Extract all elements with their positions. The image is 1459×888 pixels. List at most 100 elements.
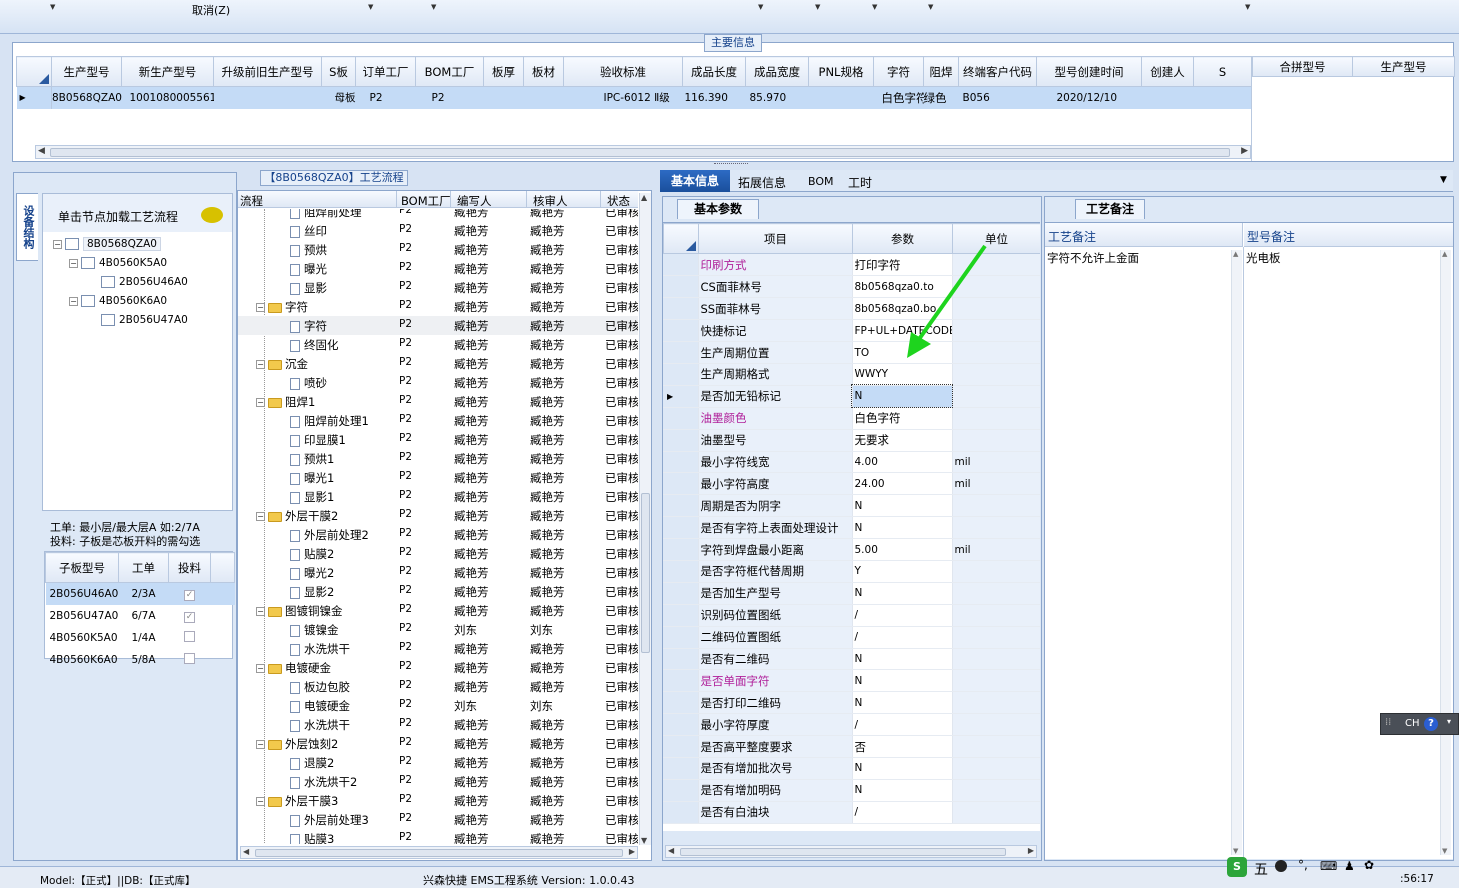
- col-header[interactable]: 升级前旧生产型号: [213, 56, 322, 87]
- flow-step-node[interactable]: 贴膜3: [290, 831, 334, 844]
- flow-cell[interactable]: 已审核: [605, 603, 638, 619]
- vtab-device-structure[interactable]: 设备结构: [16, 193, 38, 261]
- dropdown-arrow-icon[interactable]: ▼: [368, 3, 373, 11]
- cell[interactable]: 1/4A: [119, 627, 169, 649]
- flow-cell[interactable]: 臧艳芳: [530, 413, 565, 429]
- flow-cell[interactable]: P2: [399, 280, 412, 292]
- scroll-thumb[interactable]: [641, 493, 650, 653]
- flow-cell[interactable]: 臧艳芳: [454, 774, 489, 790]
- flow-cell[interactable]: P2: [399, 698, 412, 710]
- flow-cell[interactable]: 已审核: [605, 432, 638, 448]
- flow-cell[interactable]: 臧艳芳: [530, 603, 565, 619]
- dropdown-arrow-icon[interactable]: ▼: [1245, 3, 1250, 11]
- flow-cell[interactable]: 已审核: [605, 318, 638, 334]
- table-row[interactable]: ▶ 8B0568QZA0 10010800055610 母板 P2 P2 IPC…: [16, 86, 1251, 109]
- param-row[interactable]: 周期是否为阴字 N: [663, 494, 1040, 518]
- flow-row[interactable]: 丝印 P2 臧艳芳 臧艳芳 已审核: [238, 221, 638, 240]
- param-row[interactable]: 是否有二维码 N: [663, 648, 1040, 671]
- flow-cell[interactable]: P2: [399, 451, 412, 463]
- flow-cell[interactable]: 臧艳芳: [530, 299, 565, 315]
- flow-cell[interactable]: 刘东: [530, 698, 553, 714]
- ime-punct-icon[interactable]: [1275, 860, 1287, 872]
- cell[interactable]: B056: [959, 87, 1037, 109]
- flow-cell[interactable]: 臧艳芳: [454, 793, 489, 809]
- cell[interactable]: 6/7A: [119, 605, 169, 627]
- flow-cell[interactable]: 已审核: [605, 451, 638, 467]
- flow-cell[interactable]: 臧艳芳: [454, 413, 489, 429]
- flow-cell[interactable]: P2: [399, 527, 412, 539]
- flow-cell[interactable]: 臧艳芳: [454, 299, 489, 315]
- param-value[interactable]: 白色字符: [852, 407, 953, 430]
- cell[interactable]: [214, 87, 322, 109]
- flow-row[interactable]: 阻焊前处理1 P2 臧艳芳 臧艳芳 已审核: [238, 411, 638, 430]
- param-value[interactable]: /: [852, 713, 953, 737]
- col-header[interactable]: 创建人: [1141, 56, 1194, 87]
- flow-cell[interactable]: 臧艳芳: [530, 375, 565, 391]
- col-header[interactable]: 核审人: [526, 191, 568, 208]
- flow-step-node[interactable]: 镀镍金: [290, 622, 339, 638]
- flow-cell[interactable]: 臧艳芳: [530, 451, 565, 467]
- col-header[interactable]: PNL规格: [808, 56, 874, 87]
- param-row[interactable]: 是否有白油块 /: [663, 801, 1040, 824]
- table-row[interactable]: 2B056U47A0 6/7A ✓: [46, 605, 235, 627]
- flow-cell[interactable]: P2: [399, 489, 412, 501]
- param-row[interactable]: 二维码位置图纸 /: [663, 626, 1040, 649]
- flow-row[interactable]: 镀镍金 P2 刘东 刘东 已审核: [238, 620, 638, 639]
- flow-step-node[interactable]: 预烘1: [290, 451, 334, 467]
- col-header[interactable]: 编写人: [450, 191, 492, 208]
- col-header[interactable]: 项目: [698, 223, 853, 254]
- cell[interactable]: 2020/12/10: [1037, 87, 1142, 109]
- flow-row[interactable]: 终固化 P2 臧艳芳 臧艳芳 已审核: [238, 335, 638, 354]
- feed-checkbox[interactable]: ✓: [184, 590, 195, 602]
- splitter-handle[interactable]: [714, 163, 748, 166]
- flow-cell[interactable]: 臧艳芳: [454, 223, 489, 239]
- col-header[interactable]: 板厚: [483, 56, 524, 87]
- flow-row[interactable]: 贴膜3 P2 臧艳芳 臧艳芳 已审核: [238, 829, 638, 844]
- flow-step-node[interactable]: 外层前处理3: [290, 812, 369, 828]
- col-header[interactable]: 工单: [118, 552, 169, 583]
- flow-step-node[interactable]: 电镀硬金: [290, 698, 350, 714]
- feed-checkbox[interactable]: [184, 652, 195, 664]
- col-header[interactable]: 板材: [523, 56, 564, 87]
- flow-row[interactable]: − 沉金 P2 臧艳芳 臧艳芳 已审核: [238, 354, 638, 373]
- flow-cell[interactable]: 臧艳芳: [530, 831, 565, 844]
- flow-cell[interactable]: 臧艳芳: [530, 774, 565, 790]
- cell[interactable]: 绿色: [924, 87, 959, 109]
- flow-cell[interactable]: 已审核: [605, 356, 638, 372]
- scrollbar[interactable]: ▲ ▼: [1440, 250, 1451, 855]
- scroll-left-icon[interactable]: ◀: [38, 146, 45, 156]
- flow-cell[interactable]: 臧艳芳: [454, 527, 489, 543]
- collapse-icon[interactable]: −: [256, 303, 265, 312]
- flow-step-node[interactable]: 喷砂: [290, 375, 327, 391]
- flow-step-node[interactable]: 印显膜1: [290, 432, 346, 448]
- param-value[interactable]: 否: [852, 735, 953, 758]
- flow-row[interactable]: − 电镀硬金 P2 臧艳芳 臧艳芳 已审核: [238, 658, 638, 677]
- param-value[interactable]: /: [852, 626, 953, 649]
- flow-cell[interactable]: P2: [399, 660, 412, 672]
- tree-node[interactable]: 2B056U47A0: [101, 314, 188, 326]
- flow-step-node[interactable]: 曝光: [290, 261, 327, 277]
- flow-cell[interactable]: 臧艳芳: [530, 508, 565, 524]
- tab-dropdown-icon[interactable]: ▼: [1440, 175, 1447, 185]
- flow-step-node[interactable]: 阻焊前处理1: [290, 413, 369, 429]
- flow-cell[interactable]: 已审核: [605, 299, 638, 315]
- collapse-icon[interactable]: −: [256, 740, 265, 749]
- flow-cell[interactable]: 已审核: [605, 679, 638, 695]
- flow-cell[interactable]: P2: [399, 318, 412, 330]
- param-value[interactable]: N: [852, 648, 953, 671]
- param-row[interactable]: 是否有增加明码 N: [663, 779, 1040, 802]
- flow-row[interactable]: 退膜2 P2 臧艳芳 臧艳芳 已审核: [238, 753, 638, 772]
- param-row[interactable]: 是否有增加批次号 N: [663, 757, 1040, 780]
- param-row[interactable]: 是否单面字符 N: [663, 669, 1040, 693]
- col-header[interactable]: 生产型号: [51, 56, 122, 87]
- flow-cell[interactable]: 臧艳芳: [454, 432, 489, 448]
- col-header[interactable]: S: [1193, 56, 1251, 87]
- collapse-icon[interactable]: −: [256, 607, 265, 616]
- dropdown-arrow-icon[interactable]: ▼: [758, 3, 763, 11]
- flow-cell[interactable]: 已审核: [605, 413, 638, 429]
- flow-cell[interactable]: 已审核: [605, 394, 638, 410]
- col-header[interactable]: 子板型号: [45, 552, 119, 583]
- flow-cell[interactable]: 臧艳芳: [530, 489, 565, 505]
- col-header[interactable]: S板: [321, 56, 356, 87]
- cell[interactable]: [484, 87, 524, 109]
